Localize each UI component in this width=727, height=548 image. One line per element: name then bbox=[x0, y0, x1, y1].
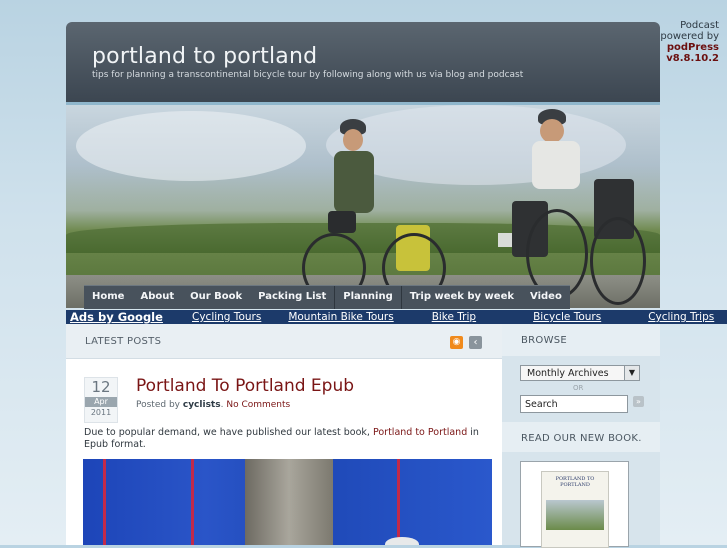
handlebar-bag bbox=[328, 211, 356, 233]
latest-posts-bar: LATEST POSTS ◉ ‹ bbox=[66, 324, 502, 359]
nav-packing-list[interactable]: Packing List bbox=[250, 286, 334, 309]
chevron-down-icon[interactable]: ▼ bbox=[624, 366, 639, 380]
nav-about[interactable]: About bbox=[132, 286, 182, 309]
book-heading-bar: READ OUR NEW BOOK. bbox=[502, 422, 660, 452]
ad-link-cycling-trips[interactable]: Cycling Trips bbox=[648, 311, 714, 323]
ad-link-bike-trip[interactable]: Bike Trip bbox=[432, 311, 476, 323]
image-stripe bbox=[191, 459, 194, 545]
post-body: Due to popular demand, we have published… bbox=[84, 427, 494, 451]
site-header: portland to portland tips for planning a… bbox=[66, 22, 660, 104]
meta-separator: . bbox=[220, 400, 224, 410]
main-content: LATEST POSTS ◉ ‹ 12 Apr 2011 Portland To… bbox=[66, 324, 502, 545]
archives-select-value: Monthly Archives bbox=[527, 368, 609, 379]
torso-shape bbox=[334, 151, 374, 213]
hero-photo bbox=[66, 105, 660, 308]
post-month: Apr bbox=[85, 397, 117, 407]
nav-trip-week-by-week[interactable]: Trip week by week bbox=[400, 286, 522, 309]
or-divider: OR bbox=[573, 384, 584, 392]
image-stripe bbox=[397, 459, 400, 545]
post-date: 12 Apr 2011 bbox=[84, 377, 118, 423]
post-meta: Posted by cyclists. No Comments bbox=[136, 400, 290, 410]
nav-planning[interactable]: Planning bbox=[334, 286, 400, 309]
sidebar: BROWSE Monthly Archives ▼ OR » READ OUR … bbox=[502, 324, 660, 548]
book-heading: READ OUR NEW BOOK. bbox=[521, 433, 642, 444]
google-ads-bar: Ads by Google Cycling Tours Mountain Bik… bbox=[66, 310, 727, 324]
head-shape bbox=[343, 129, 363, 151]
latest-posts-title: LATEST POSTS bbox=[85, 336, 162, 347]
rss-icon[interactable]: ◉ bbox=[450, 336, 463, 349]
head-shape bbox=[540, 119, 564, 143]
archives-select[interactable]: Monthly Archives ▼ bbox=[520, 365, 640, 381]
main-nav: Home About Our Book Packing List Plannin… bbox=[84, 285, 570, 309]
image-stripe bbox=[103, 459, 106, 545]
book-cover-photo bbox=[546, 500, 604, 530]
site-tagline: tips for planning a transcontinental bic… bbox=[92, 70, 524, 80]
post-day: 12 bbox=[91, 378, 111, 396]
ad-link-cycling-tours[interactable]: Cycling Tours bbox=[192, 311, 261, 323]
post-comments-link[interactable]: No Comments bbox=[226, 400, 290, 410]
book-promo[interactable]: PORTLAND TO PORTLAND bbox=[520, 461, 629, 548]
ads-by-google-label[interactable]: Ads by Google bbox=[66, 310, 188, 324]
cyclist-man bbox=[512, 105, 660, 305]
search-input[interactable] bbox=[520, 395, 628, 413]
tree-trunk-shape bbox=[245, 459, 333, 545]
book-cover-title: PORTLAND TO PORTLAND bbox=[555, 476, 595, 488]
nav-home[interactable]: Home bbox=[84, 286, 132, 309]
post-image[interactable] bbox=[83, 459, 492, 545]
browse-heading-bar: BROWSE bbox=[502, 324, 660, 356]
post-author[interactable]: cyclists bbox=[183, 400, 221, 410]
ad-link-mountain-bike-tours[interactable]: Mountain Bike Tours bbox=[288, 311, 393, 323]
wheel-shape bbox=[590, 217, 646, 305]
back-arrow-icon[interactable]: ‹ bbox=[469, 336, 482, 349]
posted-by-label: Posted by bbox=[136, 400, 180, 410]
ad-link-bicycle-tours[interactable]: Bicycle Tours bbox=[533, 311, 601, 323]
browse-heading: BROWSE bbox=[521, 335, 568, 346]
book-cover-image[interactable]: PORTLAND TO PORTLAND bbox=[541, 471, 609, 548]
nav-video[interactable]: Video bbox=[522, 286, 570, 309]
helmet-shape bbox=[385, 537, 419, 545]
torso-shape bbox=[532, 141, 580, 189]
post-year: 2011 bbox=[90, 408, 112, 417]
post-title[interactable]: Portland To Portland Epub bbox=[136, 376, 354, 396]
site-title[interactable]: portland to portland bbox=[92, 44, 317, 69]
nav-our-book[interactable]: Our Book bbox=[182, 286, 250, 309]
search-go-icon[interactable]: » bbox=[633, 396, 644, 407]
post-body-link[interactable]: Portland to Portland bbox=[373, 427, 467, 438]
post-body-text: Due to popular demand, we have published… bbox=[84, 427, 370, 438]
cloud-shape bbox=[76, 111, 306, 181]
cyclist-woman bbox=[296, 115, 446, 305]
